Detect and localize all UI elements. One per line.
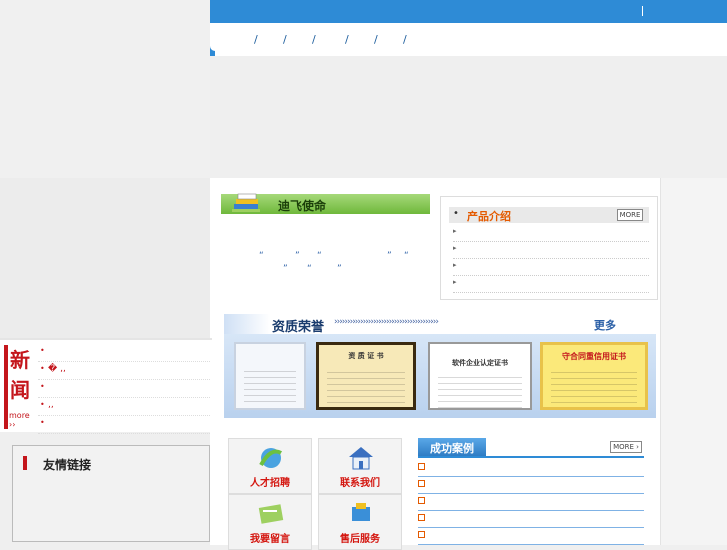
list-item[interactable]: ▸: [453, 225, 649, 242]
list-item[interactable]: ▸: [453, 242, 649, 259]
news-tag: 新 闻 more ››: [4, 345, 38, 429]
news-panel: 新 闻 more ›› • • � ,, • • ,, •: [0, 338, 212, 434]
cases-more-button[interactable]: MORE ›: [610, 441, 642, 453]
list-item[interactable]: • ,,: [38, 398, 210, 416]
friend-links-panel: 友情链接: [12, 445, 210, 542]
honors-strip: 资 质 证 书 软件企业认定证书 守合同重信用证书: [224, 334, 656, 418]
books-icon: [232, 192, 262, 214]
product-bullet: •: [453, 208, 459, 219]
mission-quote: ”: [283, 264, 288, 274]
mission-body: “ ” “ ” “ ” “ ”: [221, 214, 430, 304]
nav-corner: [210, 23, 215, 56]
product-title: 产品介绍: [467, 210, 511, 223]
nav-separator: /: [254, 33, 258, 46]
cases-title: 成功案例: [430, 442, 474, 455]
list-item[interactable]: [418, 528, 644, 545]
product-header: • 产品介绍 MORE: [449, 207, 649, 223]
right-blank-area: [660, 178, 727, 545]
list-item[interactable]: [418, 511, 644, 528]
honors-more-link[interactable]: 更多: [594, 317, 616, 333]
certificate-image[interactable]: 资 质 证 书: [316, 342, 416, 410]
list-item[interactable]: ▸: [453, 259, 649, 276]
mission-quote: ”: [387, 251, 392, 261]
honors-header: 资质荣誉 ›››››››››››››››››››››››››››››››››››…: [224, 314, 656, 335]
house-icon: [347, 445, 375, 471]
list-item[interactable]: [418, 460, 644, 477]
news-more-link[interactable]: more ››: [9, 411, 38, 429]
mission-quote: “: [317, 251, 322, 261]
news-list: • • � ,, • • ,, •: [38, 344, 210, 434]
list-item[interactable]: •: [38, 344, 210, 362]
list-item[interactable]: [418, 477, 644, 494]
message-tile[interactable]: 我要留言: [228, 494, 312, 550]
nav-bar: / / / / / /: [210, 23, 727, 56]
honors-title: 资质荣誉: [272, 320, 325, 335]
top-bar: [210, 0, 727, 23]
topbar-separator: [642, 6, 643, 16]
mission-title: 迪飞使命: [278, 199, 327, 213]
service-tile[interactable]: 售后服务: [318, 494, 402, 550]
mission-quote: “: [404, 251, 409, 261]
nav-separator: /: [312, 33, 316, 46]
list-item[interactable]: •: [38, 380, 210, 398]
cases-panel: 成功案例 MORE ›: [416, 438, 656, 545]
cases-header: 成功案例 MORE ›: [418, 438, 644, 458]
product-panel: • 产品介绍 MORE ▸ ▸ ▸ ▸: [440, 196, 658, 300]
mission-quote: “: [307, 264, 312, 274]
mission-quote: ”: [337, 264, 342, 274]
recruit-tile[interactable]: 人才招聘: [228, 438, 312, 494]
list-item[interactable]: •: [38, 416, 210, 434]
nav-separator: /: [283, 33, 287, 46]
nav-separator: /: [403, 33, 407, 46]
mission-quote: “: [259, 251, 264, 261]
product-more-button[interactable]: MORE: [617, 209, 643, 221]
recruit-icon: [257, 445, 285, 471]
service-icon: [347, 501, 375, 527]
list-item[interactable]: • � ,,: [38, 362, 210, 380]
certificate-image[interactable]: 软件企业认定证书: [428, 342, 532, 410]
nav-separator: /: [374, 33, 378, 46]
left-band: [0, 178, 220, 338]
nav-separator: /: [345, 33, 349, 46]
certificate-image[interactable]: [234, 342, 306, 410]
message-icon: [257, 501, 285, 527]
certificate-image[interactable]: 守合同重信用证书: [540, 342, 648, 410]
friend-links-title: 友情链接: [43, 458, 92, 472]
list-item[interactable]: [418, 494, 644, 511]
list-item[interactable]: ▸: [453, 276, 649, 293]
honors-arrows: ››››››››››››››››››››››››››››››››››››››››: [334, 317, 439, 327]
mission-quote: ”: [295, 251, 300, 261]
contact-tile[interactable]: 联系我们: [318, 438, 402, 494]
